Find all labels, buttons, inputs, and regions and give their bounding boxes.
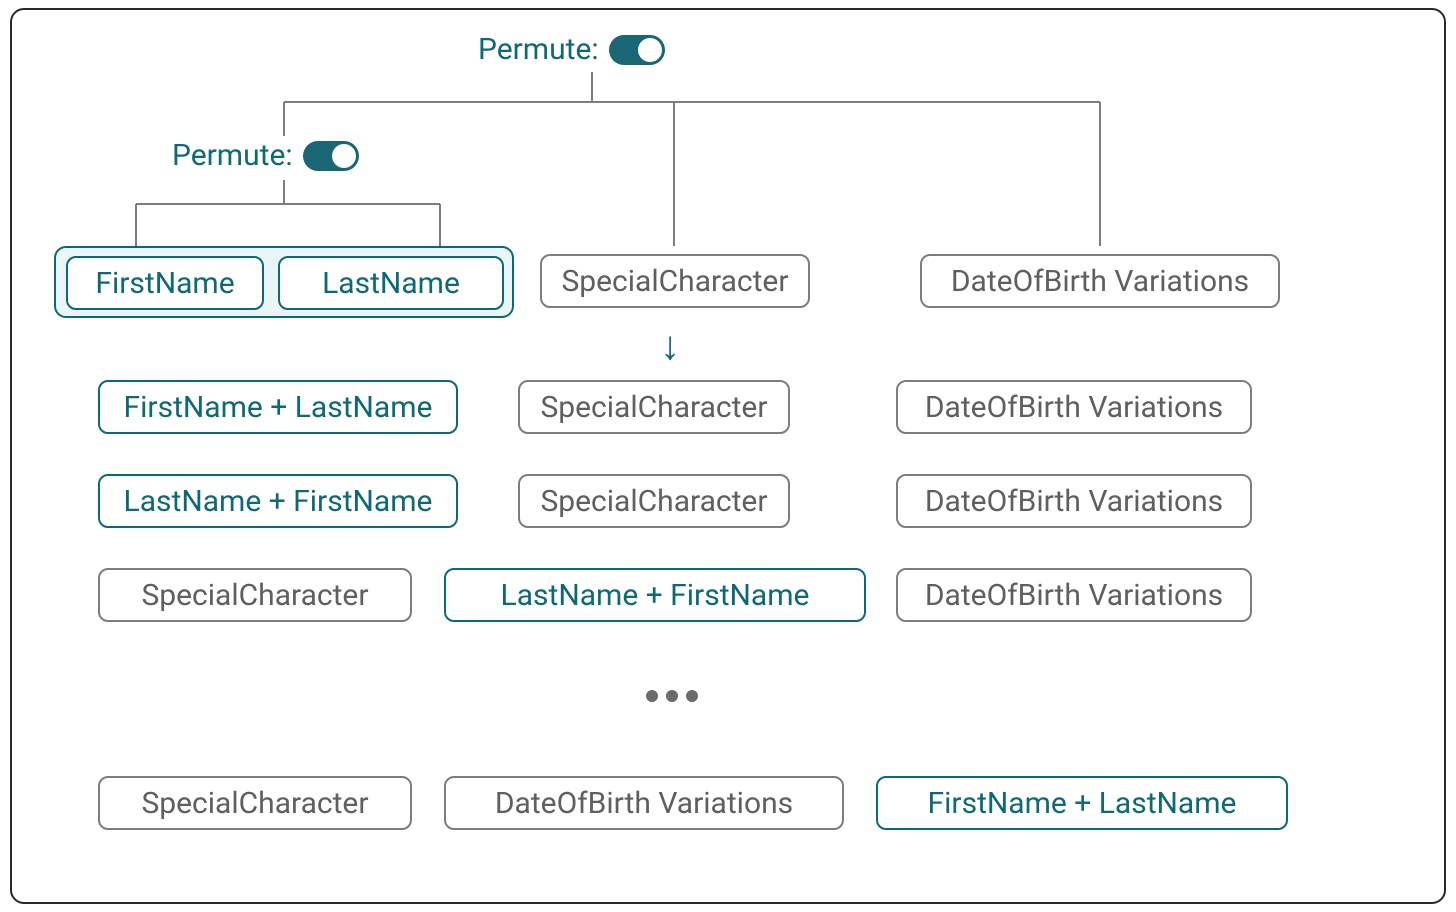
toggle-knob [638, 38, 662, 62]
name-group: FirstName LastName [54, 246, 514, 318]
row1-col1-label: FirstName + LastName [124, 390, 433, 425]
lastname-label: LastName [322, 266, 460, 301]
diagram-frame: Permute: Permute: FirstName LastName Spe… [10, 8, 1446, 904]
permute-top-label: Permute: [478, 32, 599, 67]
row1-col2-label: SpecialCharacter [540, 390, 767, 425]
row2-col1-label: LastName + FirstName [124, 484, 433, 519]
toggle-knob [332, 144, 356, 168]
row3-col2: LastName + FirstName [444, 568, 866, 622]
row2-col2: SpecialCharacter [518, 474, 790, 528]
row1-col3: DateOfBirth Variations [896, 380, 1252, 434]
dob-label: DateOfBirth Variations [951, 264, 1249, 299]
row3-col1-label: SpecialCharacter [141, 578, 368, 613]
row4-col1-label: SpecialCharacter [141, 786, 368, 821]
row4-col1: SpecialCharacter [98, 776, 412, 830]
firstname-box: FirstName [66, 256, 264, 310]
specialchar-box: SpecialCharacter [540, 254, 810, 308]
row4-col2-label: DateOfBirth Variations [495, 786, 793, 821]
row3-col2-label: LastName + FirstName [501, 578, 810, 613]
row4-col3: FirstName + LastName [876, 776, 1288, 830]
lastname-box: LastName [278, 256, 504, 310]
row2-col3-label: DateOfBirth Variations [925, 484, 1223, 519]
permute-left-toggle[interactable] [303, 141, 359, 171]
arrow-down-icon: ↓ [660, 326, 680, 366]
row1-col1: FirstName + LastName [98, 380, 458, 434]
row4-col3-label: FirstName + LastName [928, 786, 1237, 821]
specialchar-label: SpecialCharacter [561, 264, 788, 299]
firstname-label: FirstName [95, 266, 234, 301]
dot [666, 690, 678, 702]
permute-top-toggle[interactable] [609, 35, 665, 65]
permute-top: Permute: [478, 32, 665, 67]
row3-col3: DateOfBirth Variations [896, 568, 1252, 622]
row4-col2: DateOfBirth Variations [444, 776, 844, 830]
row2-col1: LastName + FirstName [98, 474, 458, 528]
row2-col2-label: SpecialCharacter [540, 484, 767, 519]
row1-col3-label: DateOfBirth Variations [925, 390, 1223, 425]
permute-left: Permute: [172, 138, 359, 173]
ellipsis-icon [646, 690, 698, 702]
dob-box: DateOfBirth Variations [920, 254, 1280, 308]
row2-col3: DateOfBirth Variations [896, 474, 1252, 528]
row3-col3-label: DateOfBirth Variations [925, 578, 1223, 613]
dot [686, 690, 698, 702]
dot [646, 690, 658, 702]
row1-col2: SpecialCharacter [518, 380, 790, 434]
row3-col1: SpecialCharacter [98, 568, 412, 622]
permute-left-label: Permute: [172, 138, 293, 173]
